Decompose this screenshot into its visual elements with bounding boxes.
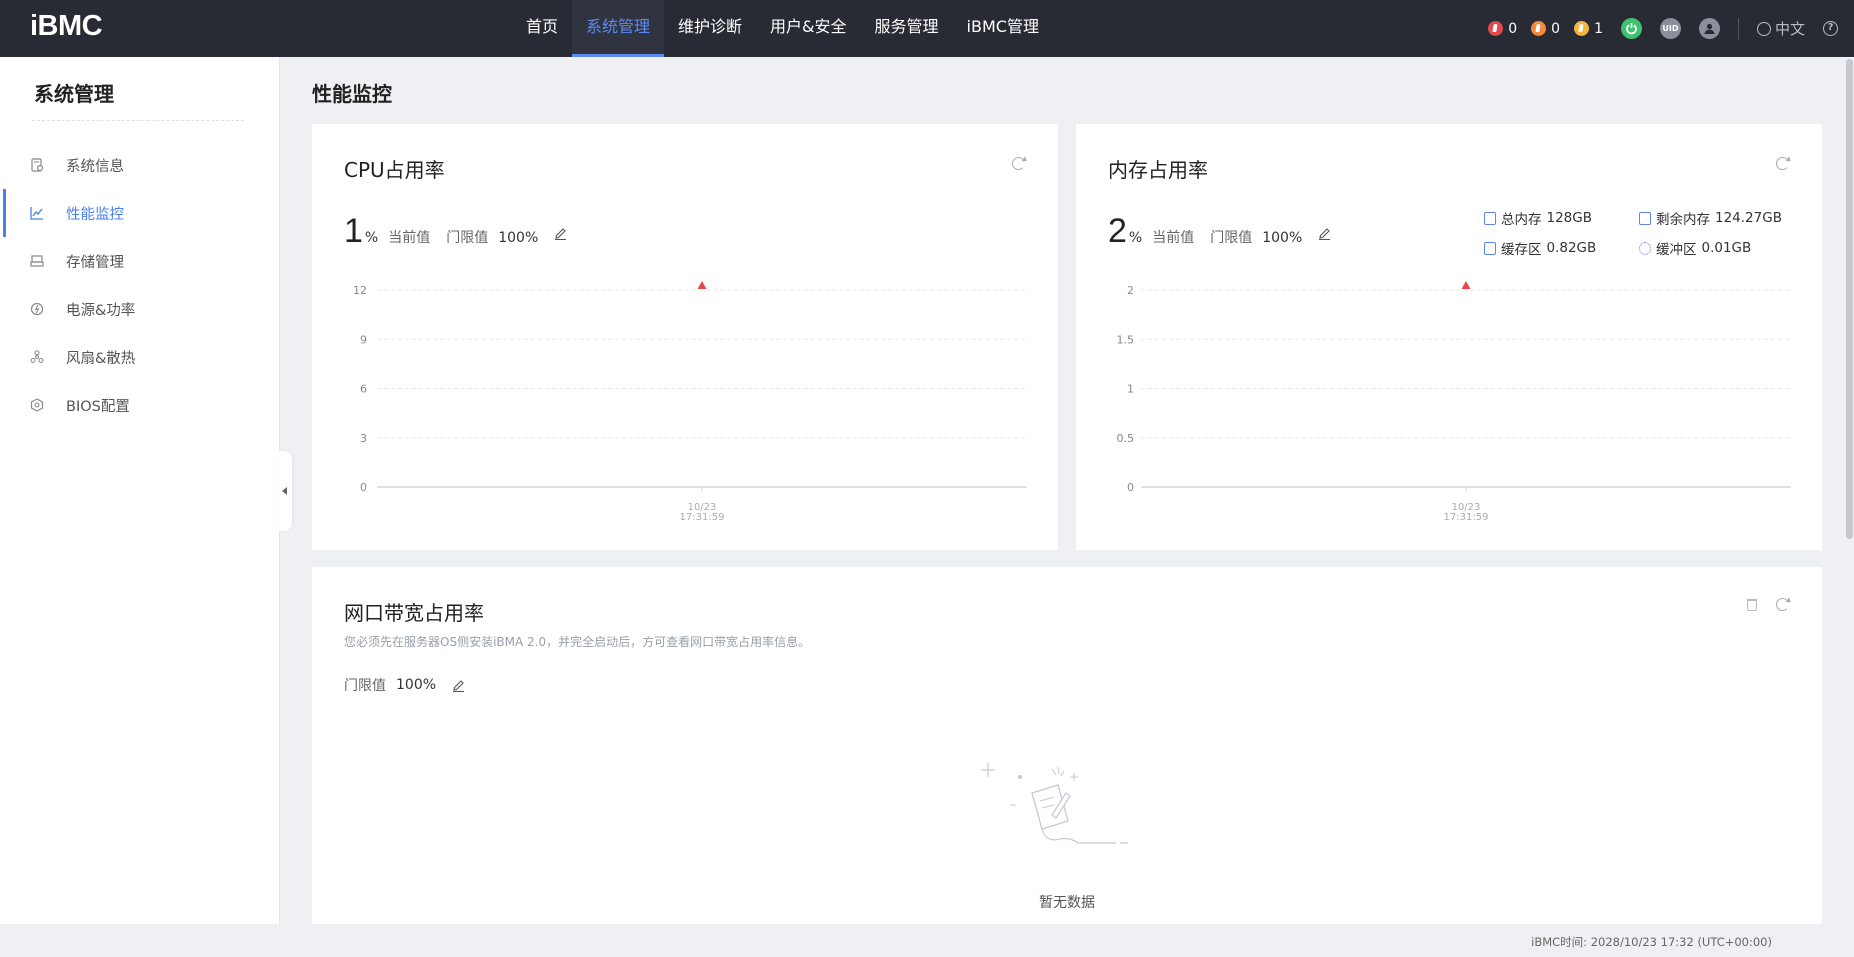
header-divider — [1737, 17, 1739, 40]
empty-data-illustration — [981, 763, 1128, 844]
bandwidth-card-title: 网口带宽占用率 — [344, 601, 484, 625]
major-alarm[interactable]: 0 — [1531, 21, 1560, 37]
globe-icon — [1756, 21, 1771, 36]
y-tick-label: 6 — [360, 383, 367, 396]
sidebar-item-power[interactable]: 电源&功率 — [0, 285, 280, 333]
sidebar-collapse-button[interactable] — [278, 451, 292, 531]
empty-data-text: 暂无数据 — [1039, 895, 1095, 911]
user-avatar-button[interactable] — [1698, 18, 1720, 39]
header-toolbar: 0 0 1 UID 中文 ? — [1474, 0, 1838, 57]
sidebar-item-label: 风扇&散热 — [66, 350, 136, 367]
sidebar-item-storage[interactable]: 存储管理 — [0, 237, 280, 285]
bandwidth-threshold-label: 门限值 — [344, 678, 386, 694]
language-switcher[interactable]: 中文 — [1756, 18, 1805, 39]
system-info-icon — [30, 158, 44, 172]
threshold-marker — [697, 281, 707, 289]
nav-item-system-management[interactable]: 系统管理 — [572, 0, 665, 57]
minor-alarm-count: 1 — [1594, 20, 1603, 37]
bandwidth-usage-card: 网口带宽占用率 您必须先在服务器OS侧安装iBMA 2.0，并完全启动后，方可查… — [312, 567, 1822, 924]
sidebar-item-performance[interactable]: 性能监控 — [0, 189, 280, 237]
sidebar-item-label: 存储管理 — [66, 254, 124, 271]
major-alarm-icon — [1531, 21, 1547, 36]
critical-alarm-icon — [1488, 21, 1504, 36]
y-tick-label: 9 — [360, 333, 367, 346]
sidebar-menu: 系统信息 性能监控 存储管理 电源&功率 风扇&散热 BIOS配置 — [0, 141, 280, 429]
sidebar-item-label: 系统信息 — [66, 158, 124, 175]
ibmc-time-value: 2028/10/23 17:32 (UTC+00:00) — [1590, 935, 1772, 949]
ibmc-time: iBMC时间: 2028/10/23 17:32 (UTC+00:00) — [1531, 934, 1772, 950]
bandwidth-note: 您必须先在服务器OS侧安装iBMA 2.0，并完全启动后，方可查看网口带宽占用率… — [344, 635, 811, 649]
sidebar-item-bios[interactable]: BIOS配置 — [0, 381, 280, 429]
bandwidth-refresh-icon[interactable] — [1776, 598, 1789, 611]
uid-button[interactable]: UID — [1659, 18, 1681, 39]
power-icon — [30, 302, 44, 316]
sidebar-item-system-info[interactable]: 系统信息 — [0, 141, 280, 189]
storage-icon — [30, 254, 44, 268]
trash-icon[interactable] — [1747, 599, 1757, 611]
sidebar-title: 系统管理 — [34, 82, 114, 106]
major-alarm-count: 0 — [1551, 20, 1561, 37]
nav-item-ibmc-management[interactable]: iBMC管理 — [953, 0, 1053, 57]
memory-usage-chart: 00.511.5210/2317:31:59 — [1117, 281, 1791, 523]
nav-item-services[interactable]: 服务管理 — [861, 0, 953, 57]
uid-label: UID — [1662, 24, 1679, 33]
scrollbar-thumb[interactable] — [1846, 59, 1853, 539]
fan-icon — [30, 350, 44, 364]
nav-item-user-security[interactable]: 用户&安全 — [756, 0, 860, 57]
performance-chart-icon — [30, 206, 44, 220]
user-icon — [1704, 23, 1715, 34]
x-tick-label: 17:31:59 — [1444, 512, 1489, 523]
page-title: 性能监控 — [312, 82, 392, 106]
cpu-usage-chart: 03691210/2317:31:59 — [353, 281, 1027, 523]
minor-alarm[interactable]: 1 — [1574, 21, 1603, 37]
bandwidth-threshold: 门限值 100% — [344, 675, 465, 695]
nav-item-maintenance[interactable]: 维护诊断 — [664, 0, 756, 57]
y-tick-label: 3 — [360, 432, 367, 445]
x-tick-label: 17:31:59 — [680, 512, 725, 523]
ibmc-time-label: iBMC时间: — [1531, 935, 1588, 949]
ibmc-logo[interactable]: iBMC — [30, 10, 103, 43]
y-tick-label: 0.5 — [1117, 432, 1135, 445]
y-tick-label: 1.5 — [1117, 333, 1135, 346]
threshold-marker — [1461, 281, 1471, 289]
bios-icon — [30, 398, 44, 412]
sidebar-item-fan[interactable]: 风扇&散热 — [0, 333, 280, 381]
footer: iBMC时间: 2028/10/23 17:32 (UTC+00:00) — [0, 924, 1854, 957]
main-nav: 首页 系统管理 维护诊断 用户&安全 服务管理 iBMC管理 — [512, 0, 1053, 57]
y-tick-label: 2 — [1127, 284, 1134, 297]
nav-item-home[interactable]: 首页 — [512, 0, 572, 57]
sidebar-item-label: BIOS配置 — [66, 398, 130, 415]
bandwidth-threshold-value: 100% — [396, 677, 437, 693]
memory-usage-card: 内存占用率 2 % 当前值 门限值 100% 总内存 128GB 剩余内存 12… — [1076, 124, 1822, 550]
y-tick-label: 0 — [1127, 481, 1134, 494]
sidebar-item-label: 性能监控 — [66, 206, 124, 223]
cpu-usage-card: CPU占用率 1 % 当前值 门限值 100% 0 3 6 9 12 10/23 17:31… — [312, 124, 1058, 550]
y-tick-label: 12 — [353, 284, 367, 297]
help-icon[interactable]: ? — [1823, 21, 1838, 36]
power-icon — [1626, 23, 1637, 35]
page-scrollbar[interactable] — [1845, 57, 1854, 924]
minor-alarm-icon — [1574, 21, 1590, 36]
power-button[interactable] — [1620, 18, 1642, 39]
bandwidth-edit-threshold-icon[interactable] — [452, 679, 465, 692]
top-navigation-bar: iBMC 首页 系统管理 维护诊断 用户&安全 服务管理 iBMC管理 0 0 … — [0, 0, 1854, 57]
sidebar-divider — [32, 120, 244, 121]
y-tick-label: 1 — [1127, 383, 1134, 396]
sidebar-item-label: 电源&功率 — [66, 302, 136, 319]
critical-alarm[interactable]: 0 — [1488, 21, 1517, 37]
sidebar: 系统管理 系统信息 性能监控 存储管理 电源&功率 风扇&散热 BIOS配置 — [0, 57, 280, 924]
y-tick-label: 0 — [360, 481, 367, 494]
language-label: 中文 — [1774, 20, 1805, 38]
critical-alarm-count: 0 — [1508, 20, 1518, 37]
